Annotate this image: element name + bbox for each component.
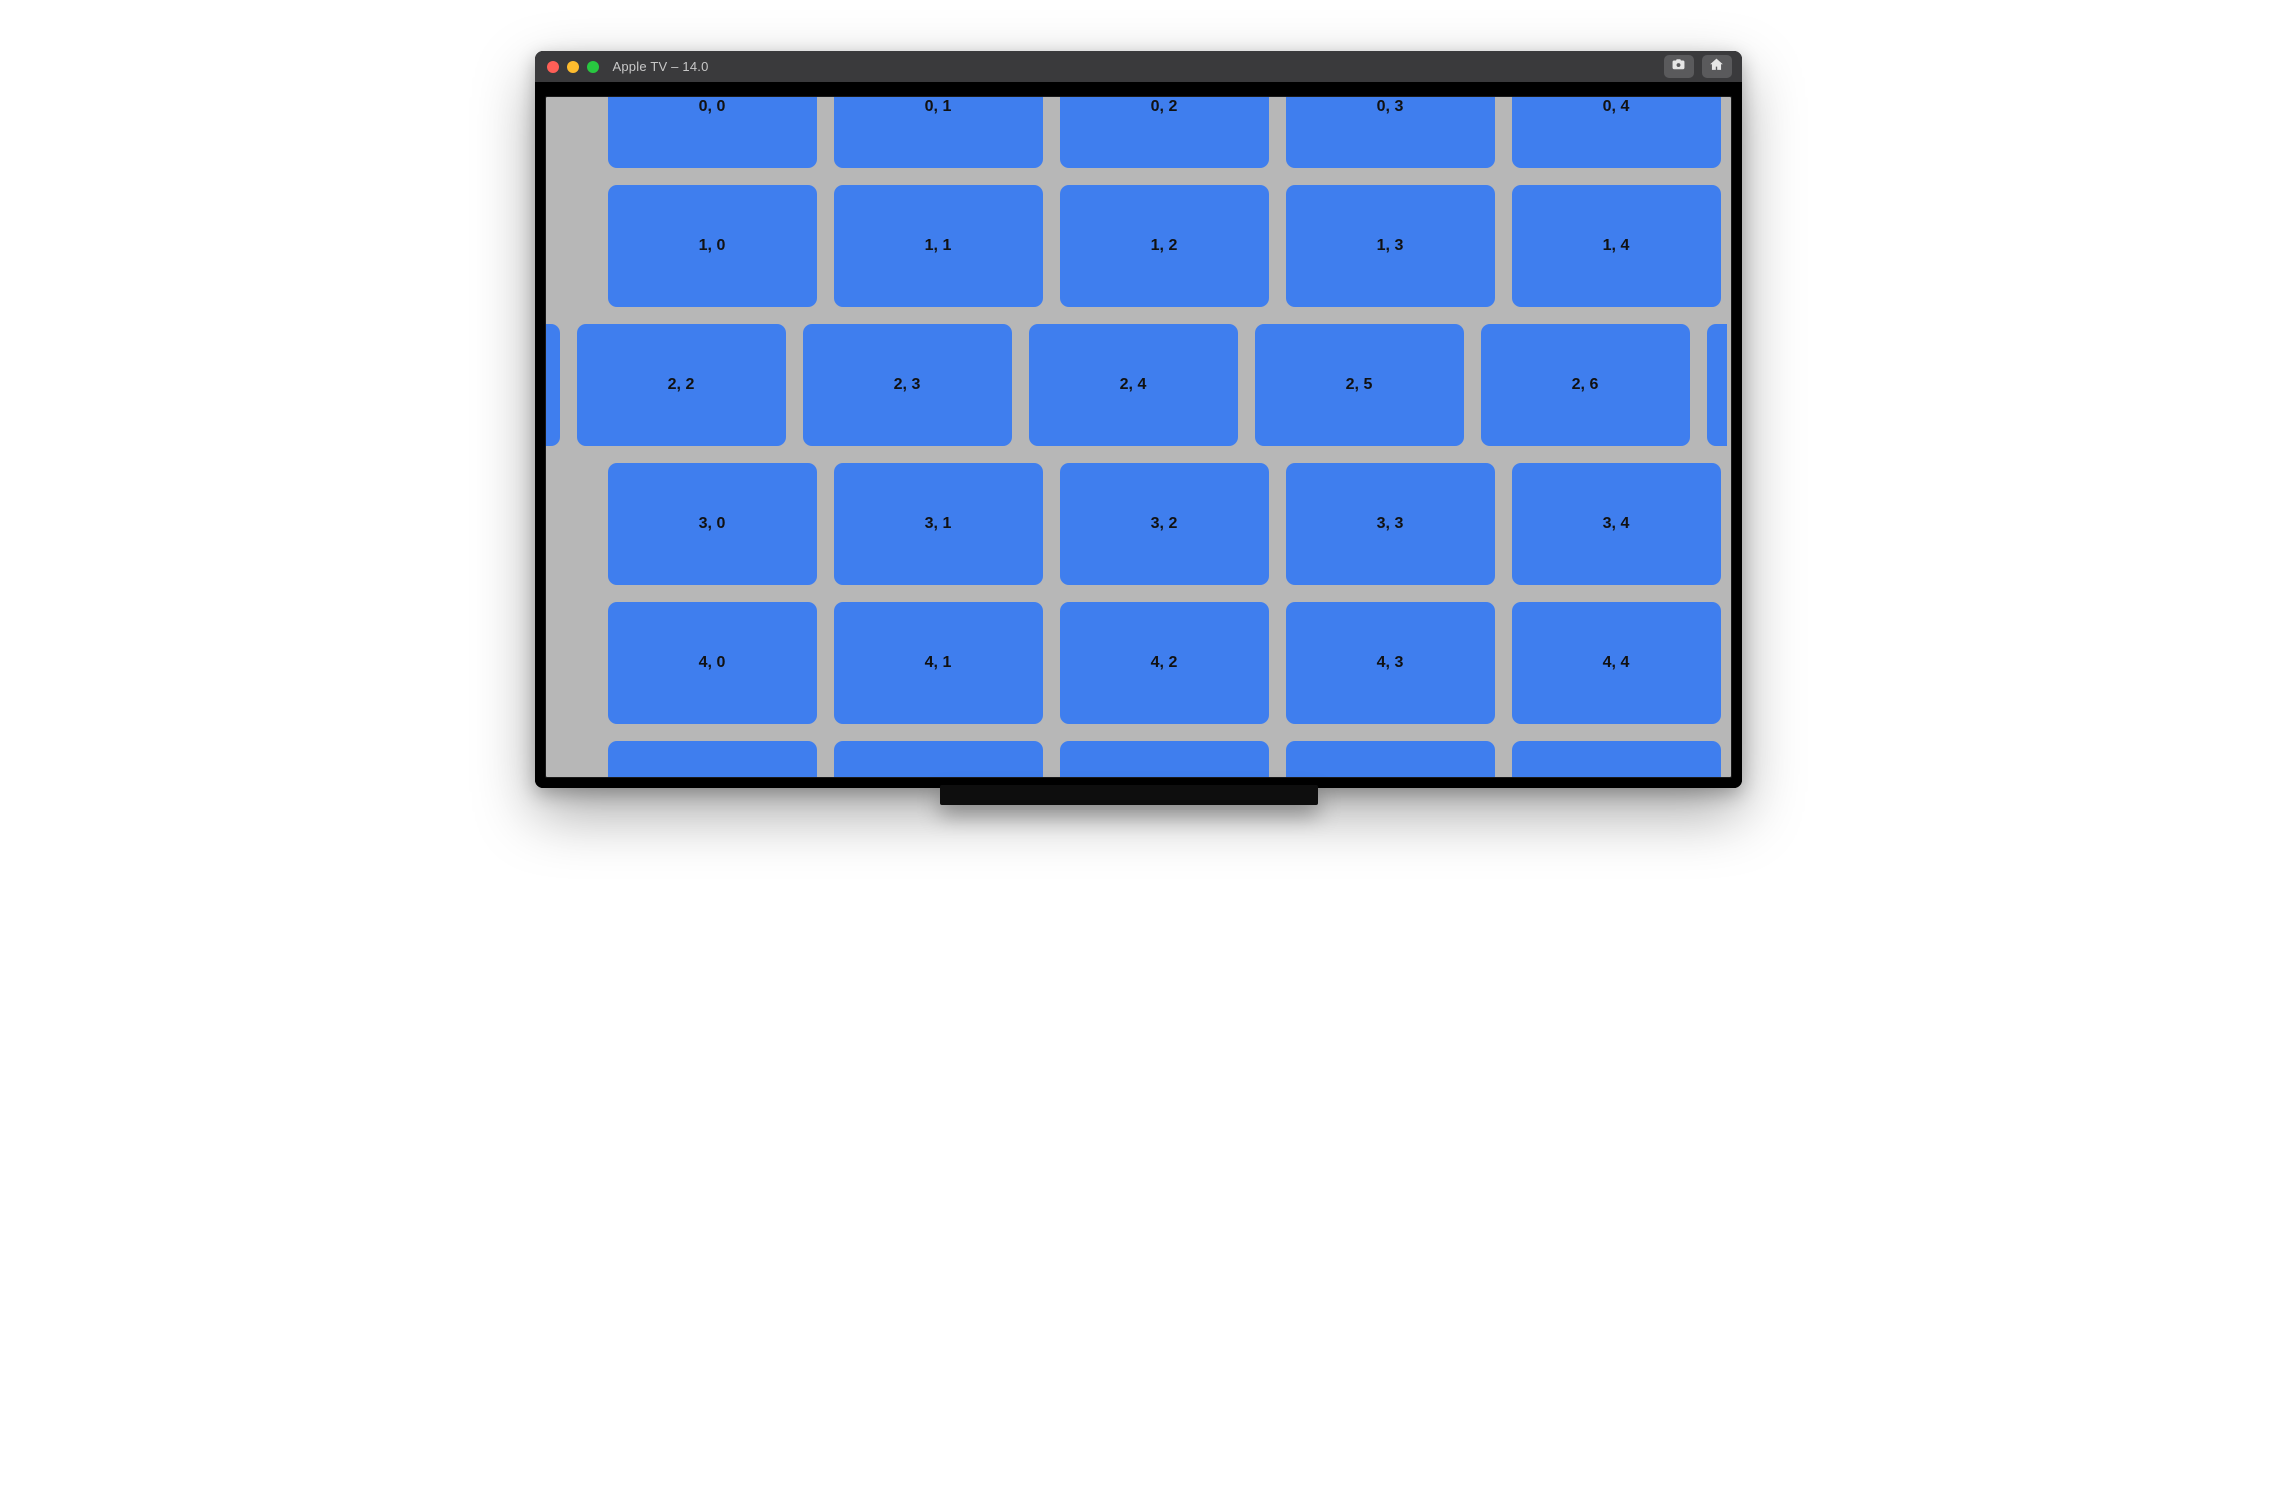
grid-tile-label: 1, 3 [1377,237,1404,255]
grid-tile[interactable]: 2, 5 [1255,324,1464,446]
window-title: Apple TV – 14.0 [613,59,709,74]
grid-tile[interactable]: 2, 4 [1029,324,1238,446]
grid-tile-partial[interactable] [546,324,560,446]
home-icon [1709,57,1724,77]
grid-tile[interactable]: 4, 3 [1286,602,1495,724]
grid-tile-label: 3, 3 [1377,515,1404,533]
traffic-lights [547,61,599,73]
grid-tile-label: 3, 2 [1151,515,1178,533]
window-minimize-button[interactable] [567,61,579,73]
tv-stand [940,785,1318,805]
grid-tile-partial[interactable] [1707,324,1727,446]
grid-row: 4, 0 4, 1 4, 2 4, 3 4, 4 [546,602,1731,741]
grid-tile[interactable]: 0, 1 [834,97,1043,168]
grid-tile-label: 3, 4 [1603,515,1630,533]
grid-tile[interactable]: 4, 1 [834,602,1043,724]
grid-tile-label: 2, 5 [1346,376,1373,394]
home-button[interactable] [1702,55,1732,78]
grid-row: 3, 0 3, 1 3, 2 3, 3 3, 4 [546,463,1731,602]
grid-tile[interactable]: 3, 3 [1286,463,1495,585]
grid-tile[interactable] [1286,741,1495,777]
grid-tile[interactable]: 0, 4 [1512,97,1721,168]
grid-tile-label: 2, 2 [668,376,695,394]
grid-tile-label: 1, 2 [1151,237,1178,255]
grid-tile[interactable]: 1, 2 [1060,185,1269,307]
screenshot-button[interactable] [1664,55,1694,78]
grid-tile-label: 1, 4 [1603,237,1630,255]
simulator-window: Apple TV – 14.0 0, 0 0, 1 0, 2 0, 3 0, 4 1, 0… [535,51,1742,788]
grid-tile[interactable]: 4, 4 [1512,602,1721,724]
grid-tile[interactable]: 1, 1 [834,185,1043,307]
window-close-button[interactable] [547,61,559,73]
grid-tile-label: 4, 3 [1377,654,1404,672]
grid-tile[interactable] [608,741,817,777]
grid-tile-label: 2, 3 [894,376,921,394]
grid-tile-label: 1, 1 [925,237,952,255]
grid-row: 1, 0 1, 1 1, 2 1, 3 1, 4 [546,185,1731,324]
grid-tile-label: 2, 6 [1572,376,1599,394]
grid-tile-label: 0, 3 [1377,98,1404,116]
grid-tile-label: 4, 0 [699,654,726,672]
grid-content[interactable]: 0, 0 0, 1 0, 2 0, 3 0, 4 1, 0 1, 1 1, 2 1, 3 1, 4… [546,97,1731,777]
grid-row: 0, 0 0, 1 0, 2 0, 3 0, 4 [546,97,1731,185]
grid-tile[interactable] [1512,741,1721,777]
grid-tile[interactable]: 2, 2 [577,324,786,446]
grid-tile-label: 0, 2 [1151,98,1178,116]
grid-tile[interactable]: 2, 3 [803,324,1012,446]
grid-tile[interactable]: 1, 3 [1286,185,1495,307]
grid-tile-label: 3, 1 [925,515,952,533]
tv-bezel: 0, 0 0, 1 0, 2 0, 3 0, 4 1, 0 1, 1 1, 2 1, 3 1, 4… [535,82,1742,788]
grid-tile[interactable]: 3, 2 [1060,463,1269,585]
grid-tile[interactable]: 4, 0 [608,602,817,724]
grid-tile-label: 0, 1 [925,98,952,116]
window-titlebar[interactable]: Apple TV – 14.0 [535,51,1742,82]
grid-tile[interactable]: 3, 0 [608,463,817,585]
tv-screen: 0, 0 0, 1 0, 2 0, 3 0, 4 1, 0 1, 1 1, 2 1, 3 1, 4… [546,97,1731,777]
window-zoom-button[interactable] [587,61,599,73]
grid-tile[interactable]: 3, 4 [1512,463,1721,585]
grid-tile-label: 0, 4 [1603,98,1630,116]
camera-icon [1671,57,1686,77]
grid-tile[interactable]: 4, 2 [1060,602,1269,724]
grid-row: 2, 2 2, 3 2, 4 2, 5 2, 6 [546,324,1731,463]
grid-tile[interactable]: 1, 4 [1512,185,1721,307]
grid-tile-label: 1, 0 [699,237,726,255]
grid-tile-label: 4, 4 [1603,654,1630,672]
grid-tile[interactable]: 2, 6 [1481,324,1690,446]
grid-tile-label: 4, 1 [925,654,952,672]
grid-tile-label: 0, 0 [699,98,726,116]
grid-tile-label: 3, 0 [699,515,726,533]
grid-tile[interactable]: 1, 0 [608,185,817,307]
grid-tile[interactable]: 0, 2 [1060,97,1269,168]
grid-tile-label: 2, 4 [1120,376,1147,394]
grid-row [546,741,1731,777]
grid-tile[interactable] [1060,741,1269,777]
grid-tile-label: 4, 2 [1151,654,1178,672]
grid-tile[interactable]: 0, 0 [608,97,817,168]
grid-tile[interactable]: 0, 3 [1286,97,1495,168]
grid-tile[interactable] [834,741,1043,777]
grid-tile[interactable]: 3, 1 [834,463,1043,585]
